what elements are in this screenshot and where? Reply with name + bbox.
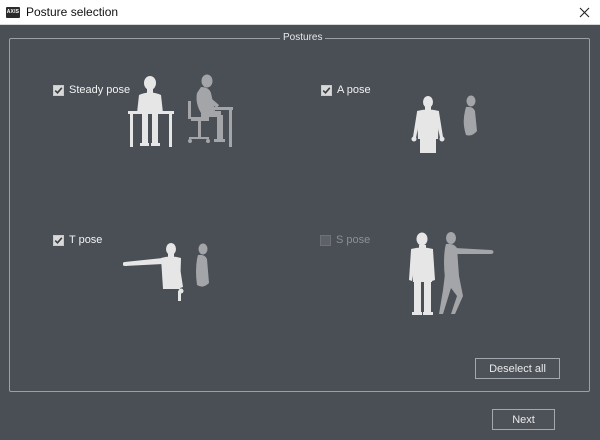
t-pose-checkbox[interactable]: T pose <box>53 234 102 246</box>
t-pose-label: T pose <box>69 234 103 246</box>
title-bar: AXIS Posture selection <box>0 0 600 25</box>
checkmark-icon <box>54 236 63 244</box>
a-pose-label: A pose <box>337 84 371 96</box>
group-title: Postures <box>280 31 326 45</box>
checkmark-icon <box>54 86 63 94</box>
a-pose-checkbox[interactable]: A pose <box>321 84 371 96</box>
checkbox-box <box>53 84 64 96</box>
checkbox-box <box>53 234 64 246</box>
next-button[interactable]: Next <box>492 409 555 430</box>
deselect-all-button[interactable]: Deselect all <box>475 358 560 379</box>
a-pose-illustration <box>411 95 477 153</box>
checkmark-icon <box>322 86 331 94</box>
steady-pose-illustration <box>128 74 233 147</box>
s-pose-illustration <box>409 232 494 315</box>
close-icon <box>579 7 589 18</box>
checkbox-box <box>320 234 331 246</box>
app-icon: AXIS <box>6 7 20 18</box>
steady-pose-label: Steady pose <box>69 84 131 96</box>
checkbox-box <box>321 84 332 96</box>
t-pose-illustration <box>123 243 209 301</box>
s-pose-checkbox[interactable]: S pose <box>320 234 370 246</box>
steady-pose-checkbox[interactable]: Steady pose <box>53 84 130 96</box>
close-button[interactable] <box>568 0 600 25</box>
s-pose-label: S pose <box>336 234 371 246</box>
window-title: Posture selection <box>26 5 119 19</box>
